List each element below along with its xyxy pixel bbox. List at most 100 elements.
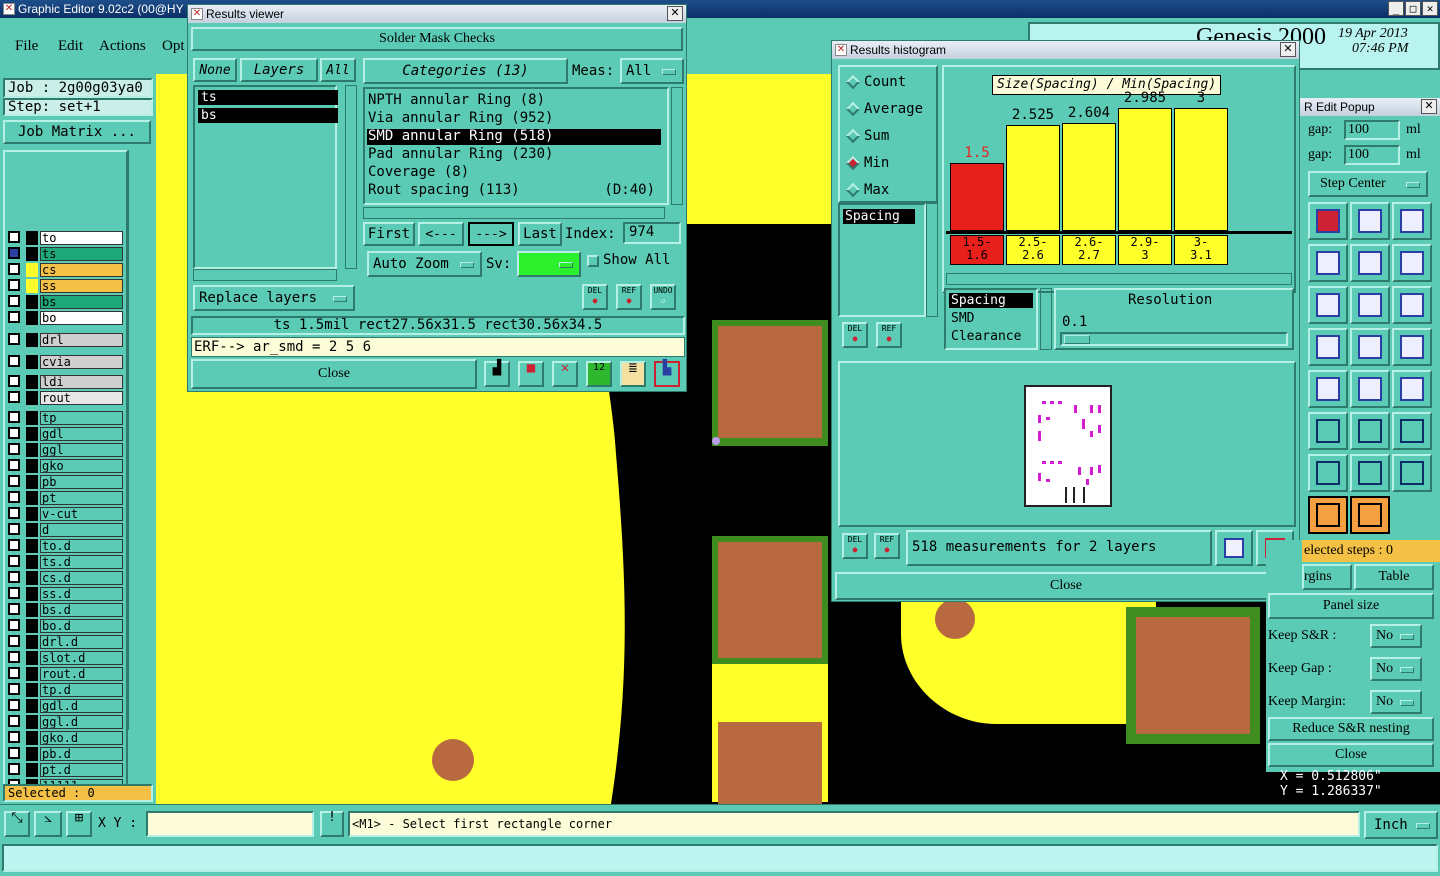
preview-del-button[interactable]: DEL ● bbox=[842, 533, 868, 559]
category-item[interactable]: NPTH annular Ring (8) bbox=[367, 93, 661, 109]
layer-row[interactable]: bo bbox=[0, 310, 128, 326]
filter-icon[interactable]: ▟ bbox=[484, 361, 510, 387]
layer-list-vscroll[interactable] bbox=[345, 85, 357, 269]
mode-radio[interactable] bbox=[845, 101, 861, 117]
pen-orange-2-icon[interactable] bbox=[1350, 496, 1390, 534]
layer-checkbox[interactable] bbox=[8, 279, 20, 291]
category-item[interactable]: Via annular Ring (952) bbox=[367, 111, 661, 127]
layer-checkbox[interactable] bbox=[8, 715, 20, 727]
mode-option[interactable]: Min bbox=[840, 154, 936, 174]
layer-row[interactable]: ggl.d bbox=[0, 714, 128, 730]
expand-v-icon[interactable] bbox=[1308, 454, 1348, 492]
cross-icon[interactable] bbox=[1392, 244, 1432, 282]
layer-checkbox[interactable] bbox=[8, 603, 20, 615]
replace-layers-dropdown[interactable]: Replace layers bbox=[193, 285, 355, 311]
edit-popup-titlebar[interactable]: R Edit Popup ✕ bbox=[1300, 98, 1440, 116]
layer-checkbox[interactable] bbox=[8, 295, 20, 307]
gap2-input[interactable]: 100 bbox=[1344, 145, 1400, 165]
mode-option[interactable]: Sum bbox=[840, 127, 936, 147]
layer-list-hscroll[interactable] bbox=[193, 269, 337, 281]
layer-checkbox[interactable] bbox=[8, 699, 20, 711]
last-button[interactable]: Last bbox=[518, 222, 562, 246]
rotate-icon[interactable] bbox=[1392, 286, 1432, 324]
layer-item-ts[interactable]: ts bbox=[198, 90, 338, 105]
layer-checkbox[interactable] bbox=[8, 539, 20, 551]
layer-checkbox[interactable] bbox=[8, 619, 20, 631]
histogram-bar[interactable] bbox=[1006, 125, 1060, 231]
compress-h-icon[interactable] bbox=[1350, 454, 1390, 492]
layer-checkbox[interactable] bbox=[8, 763, 20, 775]
categories-list[interactable]: NPTH annular Ring (8) Via annular Ring (… bbox=[363, 87, 669, 205]
menu-actions[interactable]: Actions bbox=[99, 38, 146, 55]
layer-row[interactable]: ts.d bbox=[0, 554, 128, 570]
mode-radio[interactable] bbox=[845, 155, 861, 171]
layer-checkbox[interactable] bbox=[8, 731, 20, 743]
menu-file[interactable]: File bbox=[15, 38, 38, 55]
first-button[interactable]: First bbox=[363, 222, 415, 246]
snap-icon[interactable]: ⤡ bbox=[4, 811, 30, 837]
layer-row[interactable]: to bbox=[0, 230, 128, 246]
layer-checkbox[interactable] bbox=[8, 555, 20, 567]
array-right-icon[interactable] bbox=[1392, 328, 1432, 366]
categories-vscroll[interactable] bbox=[671, 87, 683, 205]
layer-checkbox[interactable] bbox=[8, 635, 20, 647]
layer-row[interactable]: d bbox=[0, 522, 128, 538]
edit-close-button[interactable]: Close bbox=[1268, 743, 1434, 767]
layer-checkbox[interactable] bbox=[8, 411, 20, 423]
layer-row[interactable]: slot.d bbox=[0, 650, 128, 666]
histogram-icon[interactable]: ▙ bbox=[654, 361, 680, 387]
layer-row[interactable]: ggl bbox=[0, 442, 128, 458]
layer-row[interactable]: cs.d bbox=[0, 570, 128, 586]
layer-checkbox[interactable] bbox=[8, 459, 20, 471]
histogram-bar[interactable] bbox=[1118, 108, 1172, 231]
layer-row[interactable]: bs.d bbox=[0, 602, 128, 618]
hist-ref-button[interactable]: REF ● bbox=[876, 322, 902, 348]
close-icon[interactable]: ✕ bbox=[1280, 42, 1296, 57]
layer-row[interactable]: tp.d bbox=[0, 682, 128, 698]
layer-checkbox[interactable] bbox=[8, 571, 20, 583]
layer-checkbox[interactable] bbox=[8, 587, 20, 599]
chart-hscroll[interactable] bbox=[946, 273, 1292, 285]
arrow-right-icon[interactable] bbox=[1308, 412, 1348, 450]
maximize-icon[interactable]: □ bbox=[1405, 1, 1421, 16]
layer-row[interactable]: cvia bbox=[0, 354, 128, 370]
layer-row[interactable]: ts bbox=[0, 246, 128, 262]
table-button[interactable]: Table bbox=[1354, 564, 1434, 590]
keep-gap-dropdown[interactable]: No bbox=[1370, 657, 1422, 681]
layer-row[interactable]: ss bbox=[0, 278, 128, 294]
layer-checkbox[interactable] bbox=[8, 747, 20, 759]
align-top-icon[interactable] bbox=[1308, 286, 1348, 324]
arrow-up-icon[interactable] bbox=[1350, 412, 1390, 450]
layer-row[interactable]: bo.d bbox=[0, 618, 128, 634]
histogram-close-button[interactable]: Close bbox=[835, 572, 1297, 600]
measure-list[interactable]: Spacing bbox=[838, 203, 926, 317]
layer-checkbox[interactable] bbox=[8, 523, 20, 535]
clear-ref-icon[interactable]: ✕ bbox=[552, 361, 578, 387]
layer-checkbox[interactable] bbox=[8, 651, 20, 663]
keep-sr-dropdown[interactable]: No bbox=[1370, 624, 1422, 648]
layer-checkbox[interactable] bbox=[8, 247, 20, 259]
close-icon[interactable]: ✕ bbox=[667, 6, 683, 21]
undo-button[interactable]: UNDO ↺ bbox=[650, 284, 676, 310]
measure-icon[interactable]: ⦣ bbox=[34, 811, 62, 837]
mode-option[interactable]: Max bbox=[840, 181, 936, 201]
layer-select-list[interactable]: ts bs bbox=[193, 85, 338, 269]
margins-button[interactable]: rgins bbox=[1302, 564, 1352, 590]
info-icon[interactable]: ! bbox=[320, 811, 344, 837]
layer-row[interactable]: gko bbox=[0, 458, 128, 474]
all-button[interactable]: All bbox=[320, 58, 356, 82]
grid-4-icon[interactable] bbox=[1308, 202, 1348, 240]
layer-item-bs[interactable]: bs bbox=[198, 108, 338, 123]
resolution-slider[interactable] bbox=[1060, 332, 1288, 346]
histogram-bar[interactable] bbox=[950, 162, 1004, 231]
one-two-icon[interactable]: 12 bbox=[586, 361, 612, 387]
menu-edit[interactable]: Edit bbox=[58, 38, 83, 55]
close-icon[interactable]: ✕ bbox=[1421, 99, 1437, 114]
sv-color-dropdown[interactable] bbox=[517, 251, 581, 277]
layer-checkbox[interactable] bbox=[8, 375, 20, 387]
resolution-slider-thumb[interactable] bbox=[1064, 335, 1090, 344]
layer-row[interactable]: gdl.d bbox=[0, 698, 128, 714]
categories-button[interactable]: Categories (13) bbox=[363, 58, 568, 84]
layer-checkbox[interactable] bbox=[8, 683, 20, 695]
layer-checkbox[interactable] bbox=[8, 427, 20, 439]
